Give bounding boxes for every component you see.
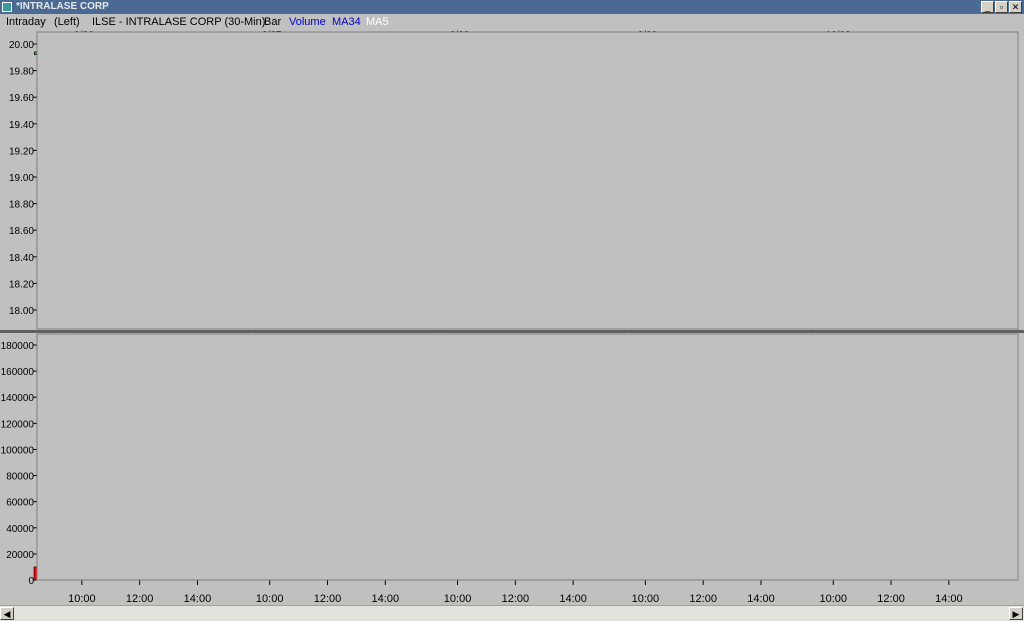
price-tick-label: 19.60 xyxy=(9,93,34,104)
time-tick-label: 12:00 xyxy=(502,593,530,605)
time-tick-label: 14:00 xyxy=(559,593,587,605)
price-tick-label: 19.20 xyxy=(9,146,34,157)
time-tick-label: 12:00 xyxy=(877,593,905,605)
price-tick-label: 18.40 xyxy=(9,253,34,264)
price-tick-label: 20.00 xyxy=(9,40,34,51)
volume-tick-label: 20000 xyxy=(6,550,34,561)
time-tick-label: 10:00 xyxy=(444,593,472,605)
volume-tick-label: 160000 xyxy=(1,367,35,378)
volume-tick-label: 80000 xyxy=(6,472,34,483)
time-tick-label: 12:00 xyxy=(314,593,342,605)
price-tick-label: 19.00 xyxy=(9,173,34,184)
volume-tick-label: 0 xyxy=(28,576,34,587)
time-tick-label: 12:00 xyxy=(689,593,717,605)
price-tick-label: 18.00 xyxy=(9,306,34,317)
horizontal-scrollbar[interactable]: ◀ ▶ xyxy=(0,605,1024,621)
price-pane xyxy=(36,31,1019,330)
volume-tick-label: 140000 xyxy=(1,393,35,404)
price-tick-label: 18.80 xyxy=(9,200,34,211)
price-tick-label: 19.40 xyxy=(9,120,34,131)
time-tick-label: 10:00 xyxy=(819,593,847,605)
volume-tick-label: 100000 xyxy=(1,445,35,456)
scroll-right-arrow-icon[interactable]: ▶ xyxy=(1009,607,1023,620)
volume-pane xyxy=(36,333,1019,581)
volume-axis: 180000 160000 140000 120000 100000 80000 60000… xyxy=(1,341,38,587)
time-tick-label: 12:00 xyxy=(126,593,154,605)
time-tick-label: 14:00 xyxy=(935,593,963,605)
time-axis: 10:00 12:00 14:00 10:00 12:00 14:00 10:00 12:00… xyxy=(38,579,1018,605)
time-tick-label: 14:00 xyxy=(747,593,775,605)
scroll-left-arrow-icon[interactable]: ◀ xyxy=(0,607,14,620)
time-tick-label: 14:00 xyxy=(372,593,400,605)
volume-tick-label: 180000 xyxy=(1,341,35,352)
chart-window: *INTRALASE CORP _ ▫ ✕ Intraday (Left) IL… xyxy=(0,0,1024,621)
time-tick-label: 10:00 xyxy=(256,593,284,605)
volume-tick-label: 60000 xyxy=(6,498,34,509)
volume-tick-label: 40000 xyxy=(6,524,34,535)
time-tick-label: 14:00 xyxy=(184,593,212,605)
price-volume-chart: 20.00 19.80 19.60 19.40 19.20 19.00 18.80 18.60… xyxy=(0,30,1024,605)
price-tick-label: 18.60 xyxy=(9,226,34,237)
price-tick-label: 19.80 xyxy=(9,67,34,78)
pane-divider xyxy=(0,330,1024,333)
time-tick-label: 10:00 xyxy=(632,593,660,605)
volume-tick-label: 120000 xyxy=(1,419,35,430)
price-tick-label: 18.20 xyxy=(9,279,34,290)
time-tick-label: 10:00 xyxy=(68,593,96,605)
price-axis: 20.00 19.80 19.60 19.40 19.20 19.00 18.80 18.60… xyxy=(9,40,38,317)
